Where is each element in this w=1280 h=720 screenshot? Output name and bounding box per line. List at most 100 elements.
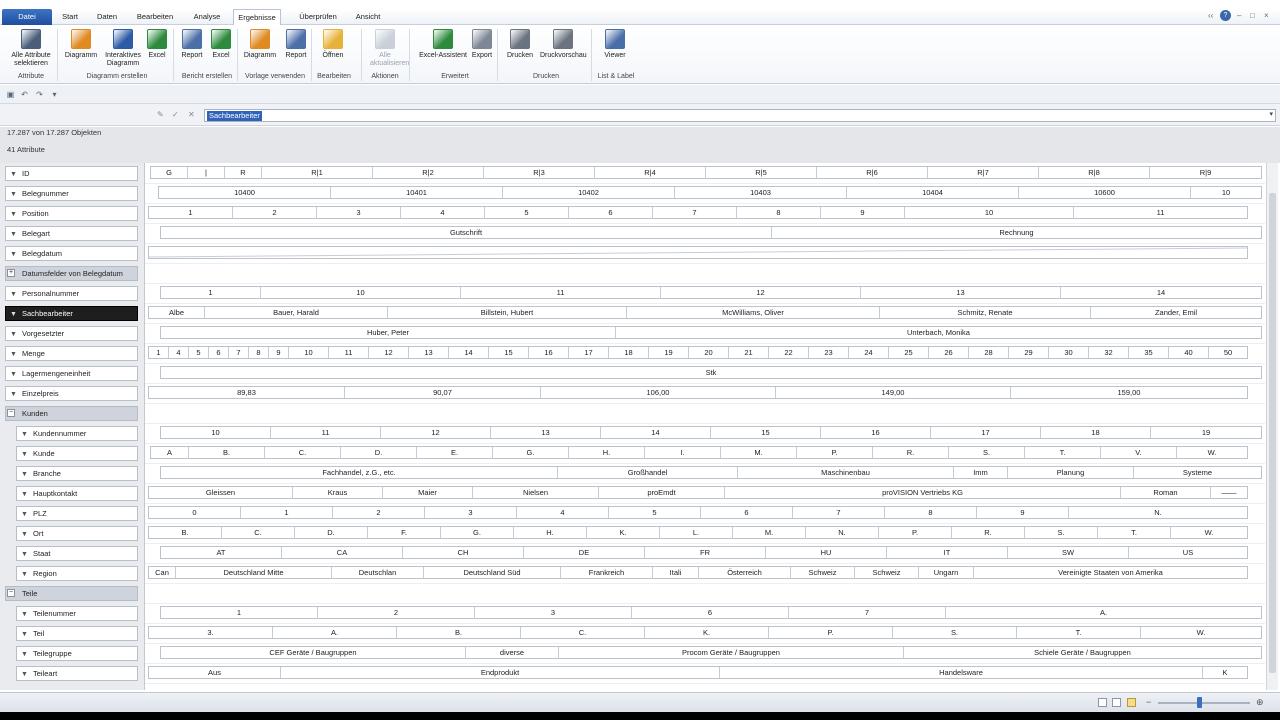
value-segment[interactable]: S. [1025,527,1098,538]
value-segment[interactable]: Großhandel [558,467,738,478]
open-button[interactable]: Öffnen [318,29,348,60]
value-segment[interactable]: A. [273,627,397,638]
value-segment[interactable]: Maschinenbau [738,467,954,478]
value-segment[interactable]: 3 [475,607,632,618]
value-segment[interactable]: T. [1017,627,1141,638]
value-segment[interactable]: R|1 [262,167,373,178]
value-segment[interactable]: Can [149,567,176,578]
value-segment[interactable]: K. [645,627,769,638]
value-distribution-bar[interactable]: Fachhandel, z.G., etc. Großhandel Maschine… [160,466,1262,479]
filter-icon[interactable]: ▼ [21,468,31,480]
value-distribution-bar[interactable]: 10 11 12 13 14 15 16 17 18 19 [160,426,1262,439]
value-segment[interactable]: 13 [409,347,449,358]
value-segment[interactable]: McWilliams, Oliver [627,307,880,318]
value-segment[interactable]: W. [1141,627,1261,638]
zoom-in-icon[interactable]: ⊕ [1256,697,1264,707]
value-segment[interactable]: 12 [381,427,491,438]
value-segment[interactable]: Billstein, Hubert [388,307,627,318]
filter-icon[interactable]: ▼ [10,228,20,240]
attribute-row-label[interactable]: ▼ Menge [5,346,138,361]
value-segment[interactable]: P. [879,527,952,538]
value-segment[interactable]: 1 [149,207,233,218]
value-segment[interactable]: Frankreich [561,567,653,578]
attribute-row-label[interactable]: ▼ Branche [16,466,138,481]
value-segment[interactable]: 17 [569,347,609,358]
help-icon[interactable]: ? [1220,10,1231,21]
value-segment[interactable]: R. [952,527,1025,538]
attribute-row-label[interactable]: ▼ Belegart [5,226,138,241]
value-segment[interactable]: FR [645,547,766,558]
value-segment[interactable]: 14 [1061,287,1261,298]
scrollbar-thumb[interactable] [1269,193,1276,673]
value-segment[interactable]: R [225,167,262,178]
value-segment[interactable]: 1 [161,607,318,618]
value-segment[interactable]: 5 [485,207,569,218]
value-segment[interactable]: T. [1025,447,1101,458]
value-segment[interactable]: B. [189,447,265,458]
cancel-icon[interactable]: ✕ [188,110,195,119]
value-segment[interactable]: 10401 [331,187,503,198]
value-segment[interactable]: Maier [383,487,473,498]
value-segment[interactable]: 18 [609,347,649,358]
value-segment[interactable]: 1 [241,507,333,518]
value-segment[interactable]: 9 [821,207,905,218]
value-segment[interactable]: 8 [737,207,821,218]
value-distribution-bar[interactable]: Huber, Peter Unterbach, Monika [160,326,1262,339]
value-segment[interactable]: Stk [161,367,1261,378]
value-segment[interactable]: Roman [1121,487,1211,498]
refresh-all-button[interactable]: Alle aktualisieren [370,29,409,68]
value-segment[interactable]: N. [806,527,879,538]
value-segment[interactable]: Planung [1008,467,1134,478]
value-segment[interactable]: 23 [809,347,849,358]
value-segment[interactable]: SW [1008,547,1129,558]
value-segment[interactable]: 9 [269,347,289,358]
value-segment[interactable]: C. [222,527,295,538]
value-segment[interactable]: | [188,167,225,178]
value-segment[interactable]: F. [368,527,441,538]
value-segment[interactable]: 10 [161,427,271,438]
template-report-button[interactable]: Report [283,29,309,60]
attribute-row-label[interactable]: ▼ Teilenummer [16,606,138,621]
attribute-row-label[interactable]: ▼ Kunde [16,446,138,461]
value-segment[interactable]: 30 [1049,347,1089,358]
value-distribution-bar[interactable]: Aus Endprodukt Handelsware K [148,666,1248,679]
value-segment[interactable]: 3 [317,207,401,218]
close-icon[interactable]: × [1264,11,1269,20]
attribute-row-label[interactable]: ▼ Hauptkontakt [16,486,138,501]
value-segment[interactable]: 10 [905,207,1074,218]
value-segment[interactable]: 20 [689,347,729,358]
value-distribution-bar[interactable]: 89,83 90,07 106,00 149,00 159,00 [148,386,1248,399]
view-normal-icon[interactable] [1098,698,1107,707]
expand-group-icon[interactable]: + [7,269,15,277]
value-distribution-bar[interactable] [148,246,1248,259]
attribute-row-label[interactable]: ▼ Belegnummer [5,186,138,201]
attribute-row-label[interactable]: ▼ Personalnummer [5,286,138,301]
value-segment[interactable]: 4 [517,507,609,518]
value-segment[interactable]: proVISION Vertriebs KG [725,487,1121,498]
tab-data[interactable]: Daten [92,9,122,25]
value-segment[interactable]: K [1203,667,1247,678]
value-segment[interactable]: Gutschrift [161,227,772,238]
value-segment[interactable]: 5 [189,347,209,358]
value-segment[interactable]: R|4 [595,167,706,178]
value-segment[interactable]: Kraus [293,487,383,498]
value-segment[interactable]: Deutschland Süd [424,567,561,578]
value-segment[interactable]: D. [341,447,417,458]
value-segment[interactable]: 149,00 [776,387,1011,398]
view-layout-icon[interactable] [1112,698,1121,707]
value-segment[interactable]: 10402 [503,187,675,198]
attribute-row-label[interactable]: Teile [5,586,138,601]
value-segment[interactable]: 10400 [159,187,331,198]
value-segment[interactable]: AT [161,547,282,558]
filter-icon[interactable]: ▼ [21,668,31,680]
value-segment[interactable]: Österreich [699,567,791,578]
value-segment[interactable]: Systeme [1134,467,1261,478]
collapse-group-icon[interactable]: − [7,589,15,597]
value-segment[interactable]: S. [949,447,1025,458]
value-segment[interactable]: R|3 [484,167,595,178]
value-segment[interactable]: Vereinigte Staaten von Amerika [974,567,1247,578]
value-segment[interactable]: 35 [1129,347,1169,358]
value-segment[interactable]: CA [282,547,403,558]
value-distribution-bar[interactable]: B. C. D. F. G. H. K. L. M. N. P. R. S. T. W. [148,526,1248,539]
chevron-down-icon[interactable]: ▾ [1269,110,1273,118]
